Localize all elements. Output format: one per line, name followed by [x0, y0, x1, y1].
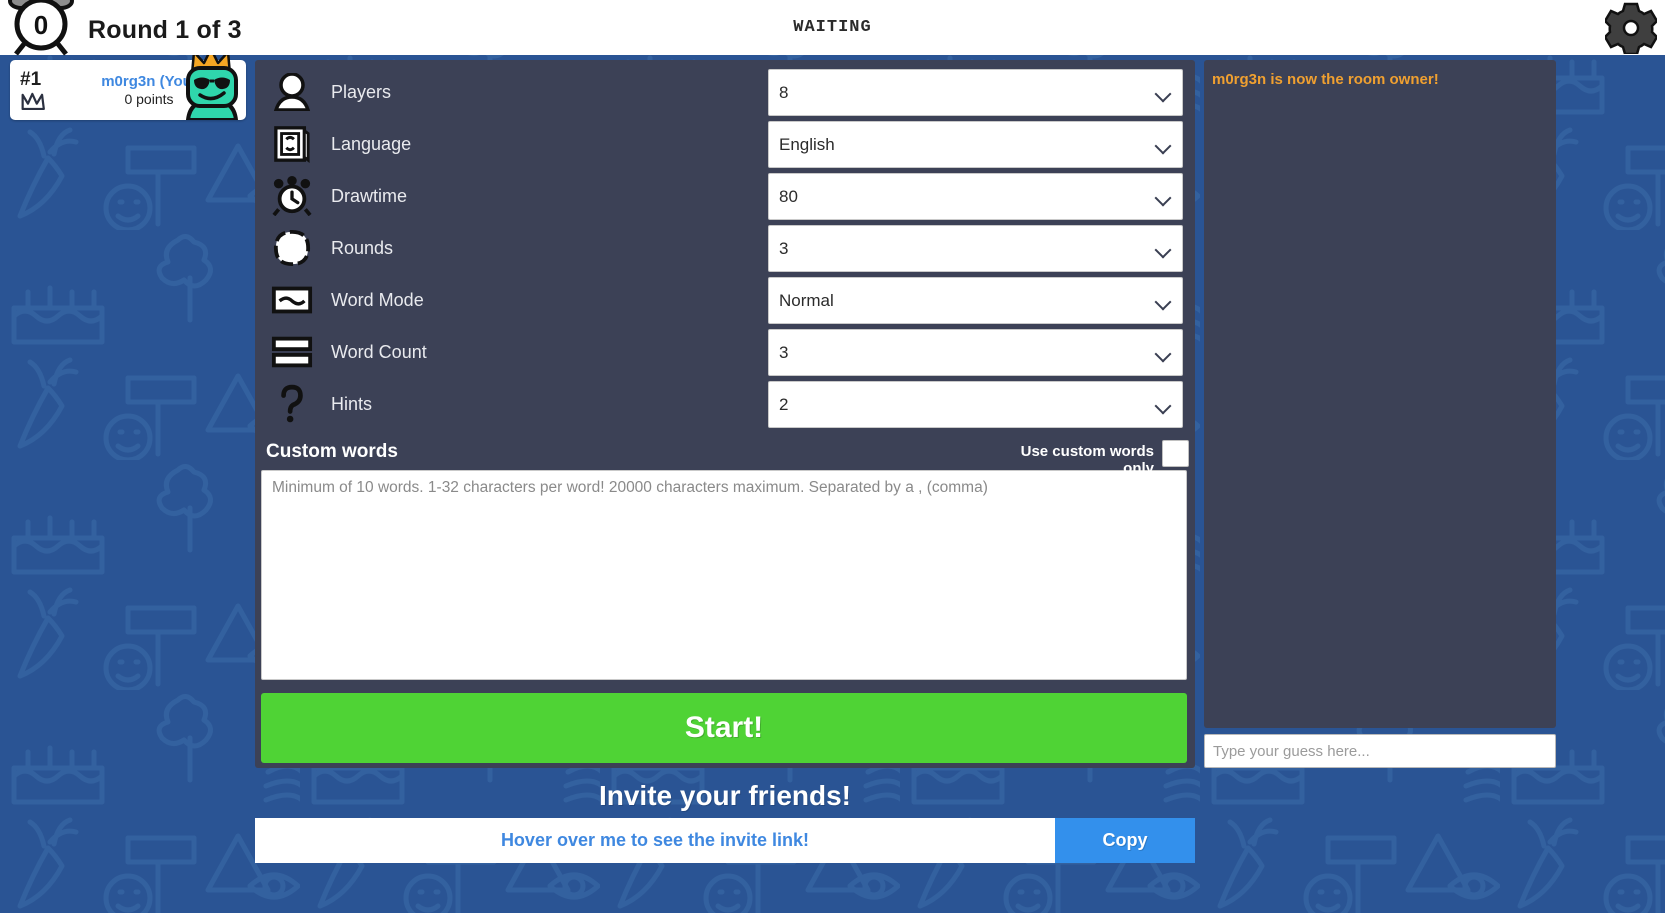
chat-panel: m0rg3n is now the room owner! [1204, 60, 1556, 768]
settings-panel: Players 23456789101214161820 Language En… [255, 60, 1195, 768]
setting-label-wordmode: Word Mode [331, 289, 424, 310]
select-hints[interactable]: 012345 [768, 380, 1183, 428]
select-wrap-rounds: 2345678910 [768, 224, 1183, 272]
owner-crown-icon [21, 92, 45, 110]
custom-words-title: Custom words [266, 441, 398, 462]
setting-label-language: Language [331, 133, 412, 154]
select-wordcount[interactable]: 12345 [768, 328, 1183, 376]
select-wrap-players: 23456789101214161820 [768, 68, 1183, 116]
use-custom-words-label: Use custom words only [1020, 443, 1154, 478]
avatar [176, 46, 248, 122]
select-language[interactable]: EnglishGermanDutchSpanishFrenchItalianPo… [768, 120, 1183, 168]
person-icon [263, 70, 321, 114]
question-icon [263, 382, 321, 426]
invite-bar: Hover over me to see the invite link! Co… [255, 818, 1195, 863]
select-rounds[interactable]: 2345678910 [768, 224, 1183, 272]
copy-button[interactable]: Copy [1055, 818, 1195, 863]
select-wrap-wordmode: NormalHiddenCombination [768, 276, 1183, 324]
select-wrap-hints: 012345 [768, 380, 1183, 428]
setting-label-drawtime: Drawtime [331, 185, 408, 206]
setting-row-language: Language EnglishGermanDutchSpanishFrench… [261, 118, 1189, 170]
use-custom-words-group: Use custom words only [1012, 434, 1189, 477]
setting-label-rounds: Rounds [331, 237, 394, 258]
setting-row-wordcount: Word Count 12345 [261, 326, 1189, 378]
setting-label-players: Players [331, 81, 392, 102]
gear-icon[interactable] [1603, 2, 1659, 56]
player-card[interactable]: #1 m0rg3n (You) 0 points [10, 47, 246, 122]
select-wrap-language: EnglishGermanDutchSpanishFrenchItalianPo… [768, 120, 1183, 168]
player-rank: #1 [20, 68, 42, 90]
select-wordmode[interactable]: NormalHiddenCombination [768, 276, 1183, 324]
rounds-icon [263, 226, 321, 270]
wordmode-icon [263, 278, 321, 322]
player-list: #1 m0rg3n (You) 0 points [10, 47, 246, 122]
select-wrap-drawtime: 152030405060708090100120150180200250 [768, 172, 1183, 220]
setting-row-rounds: Rounds 2345678910 [261, 222, 1189, 274]
custom-words-input[interactable] [261, 470, 1187, 680]
chat-message-list[interactable]: m0rg3n is now the room owner! [1204, 60, 1556, 728]
chat-message: m0rg3n is now the room owner! [1212, 71, 1439, 88]
setting-row-hints: Hints 012345 [261, 378, 1189, 430]
setting-label-hints: Hints [331, 393, 373, 414]
start-button[interactable]: Start! [261, 693, 1187, 763]
custom-words-header: Custom words Use custom words only [261, 434, 1189, 477]
wordcount-icon [263, 330, 321, 374]
invite-title: Invite your friends! [598, 780, 852, 811]
top-bar: 0 Round 1 of 3 WAITING [0, 0, 1665, 56]
book-icon [263, 122, 321, 166]
select-players[interactable]: 23456789101214161820 [768, 68, 1183, 116]
invite-link[interactable]: Hover over me to see the invite link! [255, 818, 1055, 863]
game-status: WAITING [793, 18, 872, 37]
setting-label-wordcount: Word Count [331, 341, 427, 362]
setting-row-wordmode: Word Mode NormalHiddenCombination [261, 274, 1189, 326]
alarm-icon [263, 174, 321, 218]
setting-row-players: Players 23456789101214161820 [261, 66, 1189, 118]
select-wrap-wordcount: 12345 [768, 328, 1183, 376]
setting-row-drawtime: Drawtime 1520304050607080901001201501802… [261, 170, 1189, 222]
select-drawtime[interactable]: 152030405060708090100120150180200250 [768, 172, 1183, 220]
chat-input[interactable] [1204, 734, 1556, 768]
use-custom-words-checkbox[interactable] [1162, 440, 1189, 467]
